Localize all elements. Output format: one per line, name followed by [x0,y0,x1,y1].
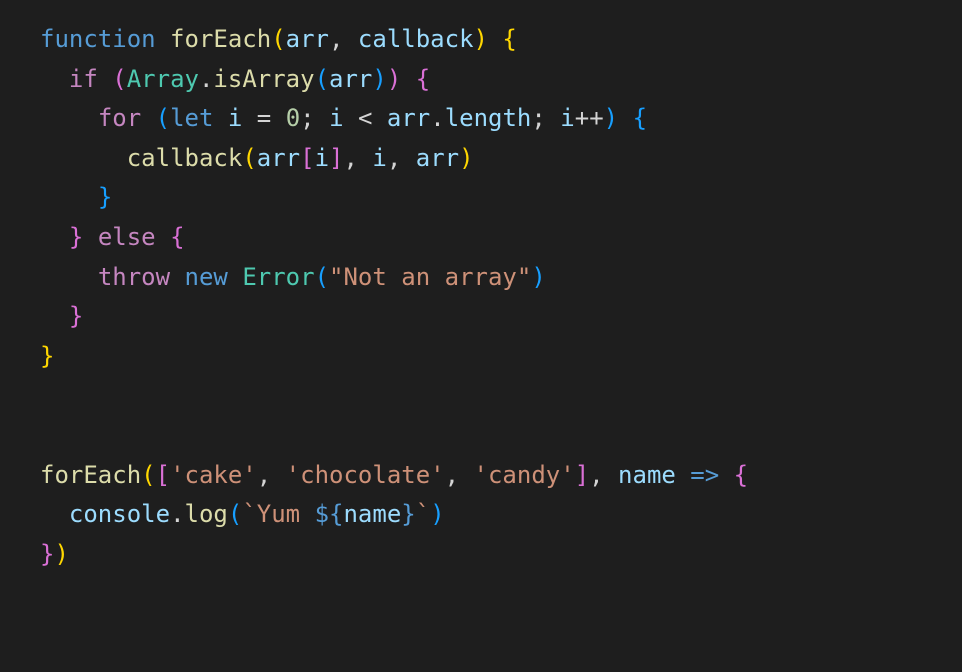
keyword-for: for [98,104,141,132]
param-callback: callback [358,25,474,53]
method-isarray: isArray [213,65,314,93]
brace-open: { [170,223,184,251]
code-editor[interactable]: function forEach(arr, callback) { if (Ar… [40,20,922,574]
arrow-param: name [618,461,676,489]
method-log: log [185,500,228,528]
function-name: forEach [170,25,271,53]
keyword-if: if [69,65,98,93]
keyword-function: function [40,25,156,53]
brace-close: } [40,342,54,370]
string-literal: 'chocolate' [286,461,445,489]
string-literal: "Not an array" [329,263,531,291]
code-line: console.log(`Yum ${name}`) [40,500,445,528]
code-line: function forEach(arr, callback) { [40,25,517,53]
keyword-else: else [98,223,156,251]
code-line: } [40,183,112,211]
param-arr: arr [286,25,329,53]
string-literal: 'cake' [170,461,257,489]
code-line: if (Array.isArray(arr)) { [40,65,430,93]
number-literal: 0 [286,104,300,132]
brace-open: { [734,461,748,489]
keyword-throw: throw [98,263,170,291]
callback-call: callback [127,144,243,172]
class-error: Error [242,263,314,291]
code-line: throw new Error("Not an array") [40,263,546,291]
brace-close: } [69,302,83,330]
code-line: } [40,342,54,370]
brace-open: { [633,104,647,132]
code-line: } else { [40,223,185,251]
arrow-token: => [690,461,719,489]
code-line: } [40,302,83,330]
paren-close: ) [474,25,488,53]
paren-open: ( [271,25,285,53]
string-literal: 'candy' [474,461,575,489]
code-line: callback(arr[i], i, arr) [40,144,474,172]
code-line: }) [40,540,69,568]
keyword-let: let [170,104,213,132]
code-line: forEach(['cake', 'chocolate', 'candy'], … [40,461,748,489]
code-line: for (let i = 0; i < arr.length; i++) { [40,104,647,132]
brace-close: } [40,540,54,568]
brace-close: } [69,223,83,251]
paren-open: ( [112,65,126,93]
brace-open: { [416,65,430,93]
brace-close: } [98,183,112,211]
template-literal: ` [242,500,256,528]
class-array: Array [127,65,199,93]
function-call: forEach [40,461,141,489]
keyword-new: new [185,263,228,291]
brace-open: { [502,25,516,53]
console-object: console [69,500,170,528]
